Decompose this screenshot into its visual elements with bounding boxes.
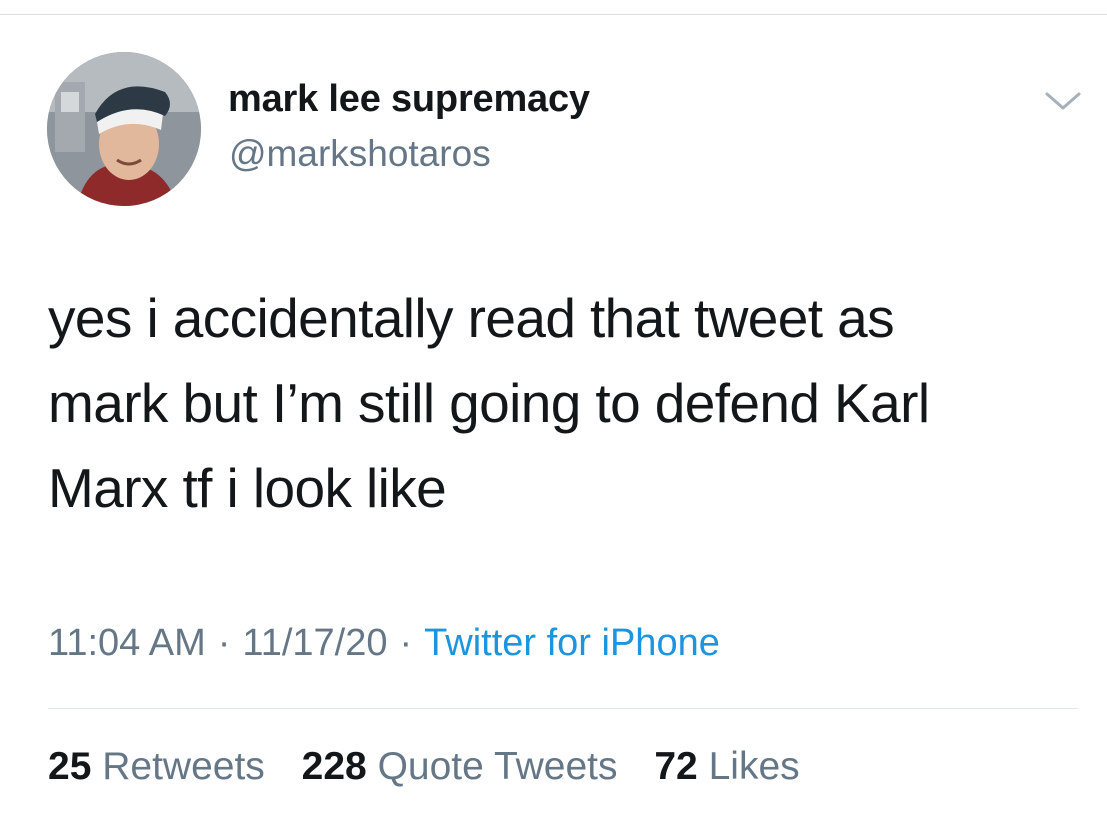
likes-count: 72 <box>654 745 698 788</box>
meta-separator: · <box>399 622 413 664</box>
tweet-source-link[interactable]: Twitter for iPhone <box>424 622 720 664</box>
avatar[interactable] <box>47 52 201 206</box>
retweets-stat[interactable]: 25 Retweets <box>48 745 265 789</box>
likes-label: Likes <box>708 745 800 788</box>
avatar-image <box>47 52 201 206</box>
tweet-meta: 11:04 AM · 11/17/20 · Twitter for iPhone <box>48 622 720 665</box>
quote-tweets-stat[interactable]: 228 Quote Tweets <box>302 745 618 789</box>
tweet-date[interactable]: 11/17/20 <box>242 622 387 664</box>
likes-stat[interactable]: 72 Likes <box>654 745 799 789</box>
meta-separator: · <box>217 622 231 664</box>
retweets-count: 25 <box>48 745 92 788</box>
tweet-text: yes i accidentally read that tweet as ma… <box>48 276 1088 531</box>
tweet-stats: 25 Retweets 228 Quote Tweets 72 Likes <box>48 745 826 789</box>
tweet-text-line: Marx tf i look like <box>48 457 447 519</box>
top-divider <box>0 14 1107 15</box>
tweet-text-line: yes i accidentally read that tweet as <box>48 287 895 349</box>
tweet-time[interactable]: 11:04 AM <box>48 622 206 664</box>
retweets-label: Retweets <box>102 745 265 788</box>
user-handle[interactable]: @markshotaros <box>229 133 491 175</box>
chevron-down-icon[interactable] <box>1043 86 1083 116</box>
tweet-text-line: mark but I’m still going to defend Karl <box>48 372 930 434</box>
stats-divider <box>48 708 1078 709</box>
quote-tweets-label: Quote Tweets <box>377 745 618 788</box>
quote-tweets-count: 228 <box>301 745 367 788</box>
display-name[interactable]: mark lee supremacy <box>228 78 590 121</box>
